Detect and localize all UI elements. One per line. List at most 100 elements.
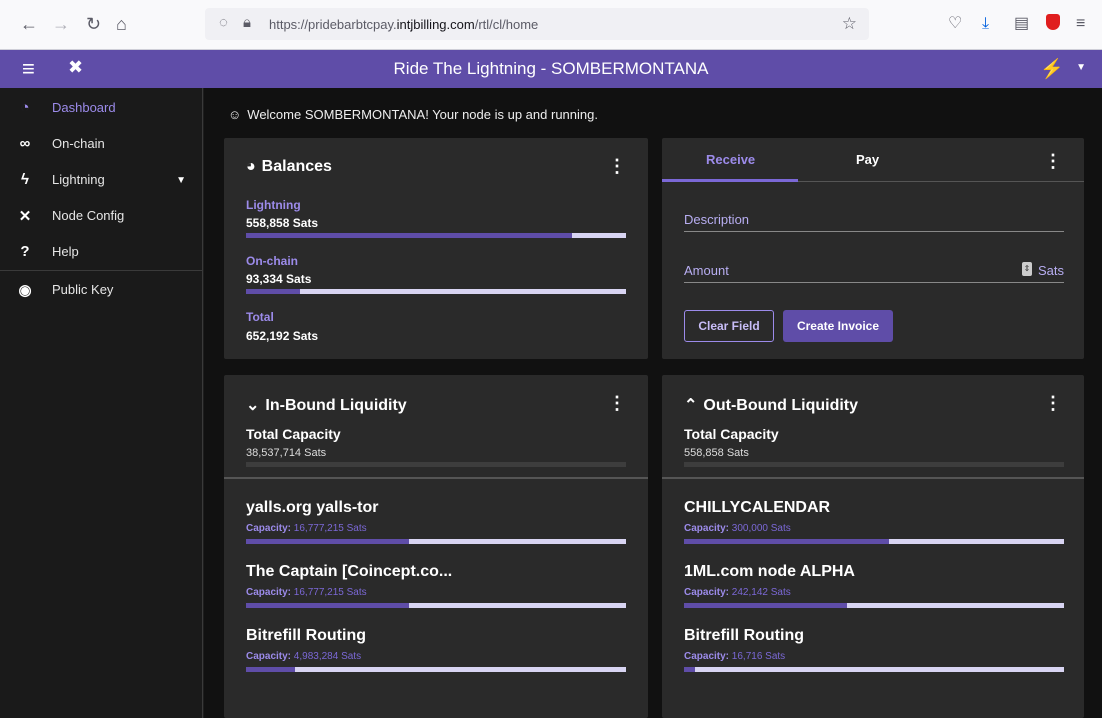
sidebar-item-help[interactable]: ? Help (0, 234, 202, 270)
app-header: ≡ ✖ Ride The Lightning - SOMBERMONTANA ⚡… (0, 50, 1102, 88)
peer-capacity: Capacity: 242,142 Sats (684, 587, 791, 598)
inbound-total-label: Total Capacity (246, 426, 341, 442)
peer-capacity-bar (684, 603, 1064, 608)
balances-title: ◕ Balances (246, 158, 332, 175)
peer-capacity: Capacity: 16,777,215 Sats (246, 587, 367, 598)
sidebar-item-node-config[interactable]: ✕ Node Config (0, 198, 202, 234)
app-title: Ride The Lightning - SOMBERMONTANA (393, 59, 709, 78)
onchain-balance-bar (246, 289, 626, 294)
peer-capacity: Capacity: 16,777,215 Sats (246, 523, 367, 534)
lightning-balance-bar (246, 233, 626, 238)
bar-fill (684, 667, 696, 672)
pie-chart-icon: ◕ (246, 158, 256, 175)
invoice-card: Receive Pay ⋮ Description Amount ⇕ Sats … (662, 138, 1084, 359)
main-content: ☺ Welcome SOMBERMONTANA! Your node is up … (204, 88, 1102, 718)
bar-fill (246, 603, 410, 608)
reader-icon[interactable]: ▤ (1014, 14, 1029, 34)
divider (224, 477, 648, 479)
amount-field[interactable]: Amount ⇕ Sats (684, 259, 1064, 283)
double-chevron-up-icon: ⌃ (684, 397, 698, 414)
tab-pay[interactable]: Pay (856, 152, 879, 167)
description-field[interactable]: Description (684, 208, 1064, 232)
bar-fill (246, 667, 296, 672)
divider (662, 477, 1084, 479)
eye-icon: ◉ (18, 282, 32, 299)
ublock-shield-icon[interactable] (1046, 14, 1060, 30)
lock-icon[interactable]: 🔒︎ (243, 14, 251, 31)
tracking-shield-icon[interactable]: ◌ (219, 14, 228, 31)
inbound-liquidity-card: ⌄ In-Bound Liquidity ⋮ Total Capacity 38,… (224, 375, 648, 718)
reload-icon[interactable]: ↻ (86, 13, 101, 35)
chevron-down-icon[interactable]: ▼ (1076, 62, 1086, 73)
more-vert-icon[interactable]: ⋮ (608, 157, 626, 175)
speedometer-icon: ◔ (20, 99, 30, 116)
bar-fill (684, 539, 890, 544)
create-invoice-button[interactable]: Create Invoice (783, 310, 893, 342)
link-icon: ∞ (19, 135, 31, 152)
peer-capacity-bar (684, 539, 1064, 544)
onchain-balance-value: 93,334 Sats (246, 272, 312, 286)
peer-capacity-bar (246, 539, 626, 544)
lightning-logo-icon[interactable]: ⚡ (1040, 57, 1064, 81)
browser-toolbar: ← → ↻ ⌂ ◌ 🔒︎ https://pridebarbtcpay.intj… (0, 0, 1102, 50)
outbound-liquidity-card: ⌃ Out-Bound Liquidity ⋮ Total Capacity 55… (662, 375, 1084, 718)
tools-icon: ✕ (18, 208, 32, 225)
peer-name: yalls.org yalls-tor (246, 499, 379, 516)
inbound-total-value: 38,537,714 Sats (246, 447, 327, 459)
url-text[interactable]: https://pridebarbtcpay.intjbilling.com/r… (269, 17, 538, 32)
home-icon[interactable]: ⌂ (116, 13, 127, 35)
balances-card: ◕ Balances ⋮ Lightning 558,858 Sats On-ch… (224, 138, 648, 359)
sidebar-item-lightning[interactable]: ϟ Lightning ▼ (0, 162, 202, 198)
onchain-balance-label: On-chain (246, 254, 299, 268)
more-vert-icon[interactable]: ⋮ (1044, 394, 1062, 412)
back-icon[interactable]: ← (20, 13, 38, 35)
sidebar: ◔ Dashboard ∞ On-chain ϟ Lightning ▼ ✕ N… (0, 88, 203, 718)
bar-fill (684, 603, 848, 608)
inbound-title: ⌄ In-Bound Liquidity (246, 397, 407, 414)
bar-fill (246, 539, 410, 544)
more-vert-icon[interactable]: ⋮ (1044, 152, 1062, 170)
peer-capacity: Capacity: 16,716 Sats (684, 651, 786, 662)
clear-field-button[interactable]: Clear Field (684, 310, 774, 342)
bar-fill (246, 289, 301, 294)
sidebar-divider (0, 270, 202, 271)
chevron-down-icon: ▼ (176, 175, 186, 186)
peer-capacity-bar (246, 603, 626, 608)
url-bar[interactable]: ◌ 🔒︎ https://pridebarbtcpay.intjbilling.… (205, 8, 869, 40)
double-chevron-down-icon: ⌄ (246, 397, 260, 414)
smiley-icon: ☺ (228, 107, 242, 122)
number-spinner-icon[interactable]: ⇕ (1022, 262, 1032, 276)
inbound-total-bar (246, 462, 626, 467)
lightning-balance-value: 558,858 Sats (246, 216, 319, 230)
tab-indicator (662, 179, 798, 182)
outbound-title: ⌃ Out-Bound Liquidity (684, 397, 859, 414)
bolt-icon: ϟ (21, 171, 29, 188)
peer-capacity-bar (246, 667, 626, 672)
sidebar-item-public-key[interactable]: ◉ Public Key (0, 272, 202, 308)
lightning-balance-label: Lightning (246, 198, 301, 212)
peer-name: The Captain [Coincept.co... (246, 563, 453, 580)
outbound-total-label: Total Capacity (684, 426, 779, 442)
peer-capacity-bar (684, 667, 1064, 672)
total-balance-label: Total (246, 310, 274, 324)
more-vert-icon[interactable]: ⋮ (608, 394, 626, 412)
sidebar-item-dashboard[interactable]: ◔ Dashboard (0, 90, 202, 126)
tab-receive[interactable]: Receive (706, 152, 755, 167)
total-balance-value: 652,192 Sats (246, 329, 319, 343)
bookmark-star-icon[interactable]: ☆ (842, 14, 857, 34)
forward-icon[interactable]: → (52, 13, 70, 35)
download-icon[interactable]: ⤓ (982, 14, 989, 34)
peer-name: Bitrefill Routing (246, 627, 366, 644)
peer-capacity: Capacity: 4,983,284 Sats (246, 651, 362, 662)
question-icon: ? (20, 243, 30, 260)
pocket-icon[interactable]: ♡ (948, 14, 962, 34)
peer-name: Bitrefill Routing (684, 627, 804, 644)
peer-name: CHILLYCALENDAR (684, 499, 831, 516)
bar-fill (246, 233, 572, 238)
menu-icon[interactable]: ≡ (1076, 14, 1085, 34)
peer-name: 1ML.com node ALPHA (684, 563, 855, 580)
sidebar-item-onchain[interactable]: ∞ On-chain (0, 126, 202, 162)
invoice-tabs: Receive Pay (662, 138, 1084, 182)
outbound-total-bar (684, 462, 1064, 467)
outbound-total-value: 558,858 Sats (684, 447, 749, 459)
